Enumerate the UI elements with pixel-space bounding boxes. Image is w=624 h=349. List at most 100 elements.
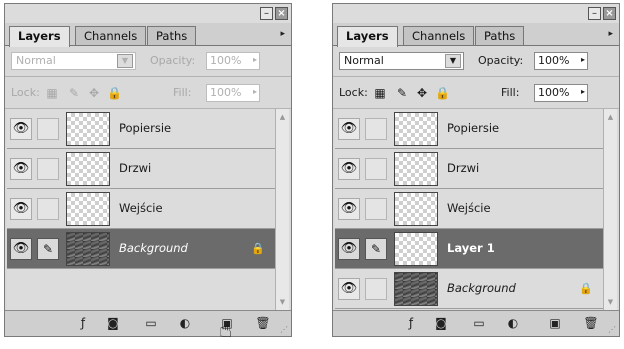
- panel-titlebar: – ×: [5, 4, 291, 23]
- lock-label: Lock:: [11, 86, 40, 99]
- layer-mask-icon[interactable]: ◙: [105, 316, 121, 331]
- lock-row: Lock: ▦ ✎ ✥ 🔒 Fill: 100% ▸: [5, 78, 291, 109]
- layer-row[interactable]: 👁 Wejście: [335, 189, 603, 229]
- opacity-value: 100%: [538, 54, 570, 67]
- resize-grip-icon[interactable]: ⋰: [608, 325, 616, 334]
- layer-row-selected[interactable]: 👁 ✎ Layer 1: [335, 229, 603, 269]
- link-slot[interactable]: [365, 198, 387, 220]
- fill-field[interactable]: 100% ▸: [206, 84, 260, 102]
- layer-name: Drzwi: [119, 161, 152, 175]
- close-button[interactable]: ×: [275, 7, 288, 20]
- lock-image-icon[interactable]: ✎: [395, 86, 409, 100]
- eye-icon[interactable]: 👁: [10, 118, 32, 140]
- opacity-field[interactable]: 100% ▸: [534, 52, 588, 70]
- blend-row: Normal ▼ Opacity: 100% ▸: [5, 46, 291, 77]
- link-slot[interactable]: [365, 118, 387, 140]
- link-slot[interactable]: [365, 278, 387, 300]
- brush-icon[interactable]: ✎: [365, 238, 387, 260]
- lock-icon: 🔒: [251, 242, 265, 255]
- lock-all-icon[interactable]: 🔒: [435, 86, 450, 100]
- fill-label: Fill:: [501, 86, 520, 99]
- layer-style-icon[interactable]: ƒ: [75, 316, 91, 331]
- blend-mode-select[interactable]: Normal ▼: [339, 52, 464, 70]
- opacity-label: Opacity:: [150, 54, 196, 67]
- new-group-icon[interactable]: ▭: [471, 316, 487, 331]
- brush-icon[interactable]: ✎: [37, 238, 59, 260]
- minimize-button[interactable]: –: [588, 7, 601, 20]
- layer-row[interactable]: 👁 Popiersie: [7, 109, 275, 149]
- close-button[interactable]: ×: [603, 7, 616, 20]
- link-slot[interactable]: [365, 158, 387, 180]
- tab-paths[interactable]: Paths: [147, 26, 197, 45]
- fill-field[interactable]: 100% ▸: [534, 84, 588, 102]
- new-layer-icon[interactable]: ▣: [547, 316, 563, 331]
- minimize-button[interactable]: –: [260, 7, 273, 20]
- layers-toolbar: ƒ ◙ ▭ ◐ ▣ 🗑 ⋰: [5, 310, 291, 336]
- eye-icon[interactable]: 👁: [338, 238, 360, 260]
- layer-thumbnail: [66, 152, 110, 186]
- eye-icon[interactable]: 👁: [338, 118, 360, 140]
- tab-layers[interactable]: Layers: [337, 26, 398, 47]
- blend-mode-select[interactable]: Normal ▼: [11, 52, 136, 70]
- stepper-icon: ▸: [252, 87, 257, 96]
- panel-menu-icon[interactable]: ▸: [280, 29, 285, 39]
- layer-style-icon[interactable]: ƒ: [403, 316, 419, 331]
- scroll-up-icon[interactable]: ▲: [604, 111, 617, 124]
- tab-channels[interactable]: Channels: [403, 26, 475, 45]
- chevron-down-icon: ▼: [445, 54, 461, 68]
- lock-image-icon[interactable]: ✎: [67, 86, 81, 100]
- layer-name: Popiersie: [119, 121, 172, 135]
- chevron-down-icon: ▼: [117, 54, 133, 68]
- layer-row[interactable]: 👁 Drzwi: [335, 149, 603, 189]
- trash-icon[interactable]: 🗑: [255, 316, 271, 331]
- lock-options: ▦ ✎ ✥ 🔒: [45, 86, 145, 102]
- tab-bar: Layers Channels Paths ▸: [333, 23, 619, 47]
- adjustment-layer-icon[interactable]: ◐: [505, 316, 521, 331]
- scrollbar[interactable]: ▲ ▼: [603, 109, 617, 311]
- layer-row[interactable]: 👁 Drzwi: [7, 149, 275, 189]
- eye-icon[interactable]: 👁: [338, 278, 360, 300]
- tab-bar: Layers Channels Paths ▸: [5, 23, 291, 47]
- tab-paths[interactable]: Paths: [475, 26, 525, 45]
- trash-icon[interactable]: 🗑: [583, 316, 599, 331]
- tab-channels[interactable]: Channels: [75, 26, 147, 45]
- new-group-icon[interactable]: ▭: [143, 316, 159, 331]
- lock-options: ▦ ✎ ✥ 🔒: [373, 86, 473, 102]
- link-slot[interactable]: [37, 198, 59, 220]
- lock-all-icon[interactable]: 🔒: [107, 86, 122, 100]
- tab-layers[interactable]: Layers: [9, 26, 70, 47]
- resize-grip-icon[interactable]: ⋰: [280, 325, 288, 334]
- scroll-down-icon[interactable]: ▼: [604, 296, 617, 309]
- layer-row[interactable]: 👁 Background 🔒: [335, 269, 603, 309]
- layers-panel-left: – × Layers Channels Paths ▸ Normal ▼ Opa…: [4, 3, 292, 337]
- opacity-field[interactable]: 100% ▸: [206, 52, 260, 70]
- layer-row[interactable]: 👁 Wejście: [7, 189, 275, 229]
- eye-icon[interactable]: 👁: [10, 198, 32, 220]
- layer-mask-icon[interactable]: ◙: [433, 316, 449, 331]
- layers-panel-right: – × Layers Channels Paths ▸ Normal ▼ Opa…: [332, 3, 620, 337]
- link-slot[interactable]: [37, 118, 59, 140]
- adjustment-layer-icon[interactable]: ◐: [177, 316, 193, 331]
- blend-row: Normal ▼ Opacity: 100% ▸: [333, 46, 619, 77]
- lock-transparency-icon[interactable]: ▦: [373, 86, 387, 100]
- layer-row[interactable]: 👁 Popiersie: [335, 109, 603, 149]
- eye-icon[interactable]: 👁: [10, 158, 32, 180]
- layer-name: Wejście: [447, 201, 491, 215]
- link-slot[interactable]: [37, 158, 59, 180]
- layer-row-selected[interactable]: 👁 ✎ Background 🔒: [7, 229, 275, 269]
- lock-label: Lock:: [339, 86, 368, 99]
- layers-list: 👁 Popiersie 👁 Drzwi 👁 Wejście 👁 ✎ Backgr…: [7, 109, 275, 311]
- lock-transparency-icon[interactable]: ▦: [45, 86, 59, 100]
- panel-menu-icon[interactable]: ▸: [608, 29, 613, 39]
- eye-icon[interactable]: 👁: [338, 198, 360, 220]
- eye-icon[interactable]: 👁: [338, 158, 360, 180]
- lock-position-icon[interactable]: ✥: [87, 86, 101, 100]
- scrollbar[interactable]: ▲ ▼: [275, 109, 289, 311]
- layer-thumbnail: [66, 232, 110, 266]
- scroll-down-icon[interactable]: ▼: [276, 296, 289, 309]
- blend-mode-value: Normal: [16, 54, 56, 67]
- eye-icon[interactable]: 👁: [10, 238, 32, 260]
- lock-position-icon[interactable]: ✥: [415, 86, 429, 100]
- scroll-up-icon[interactable]: ▲: [276, 111, 289, 124]
- layer-thumbnail: [394, 232, 438, 266]
